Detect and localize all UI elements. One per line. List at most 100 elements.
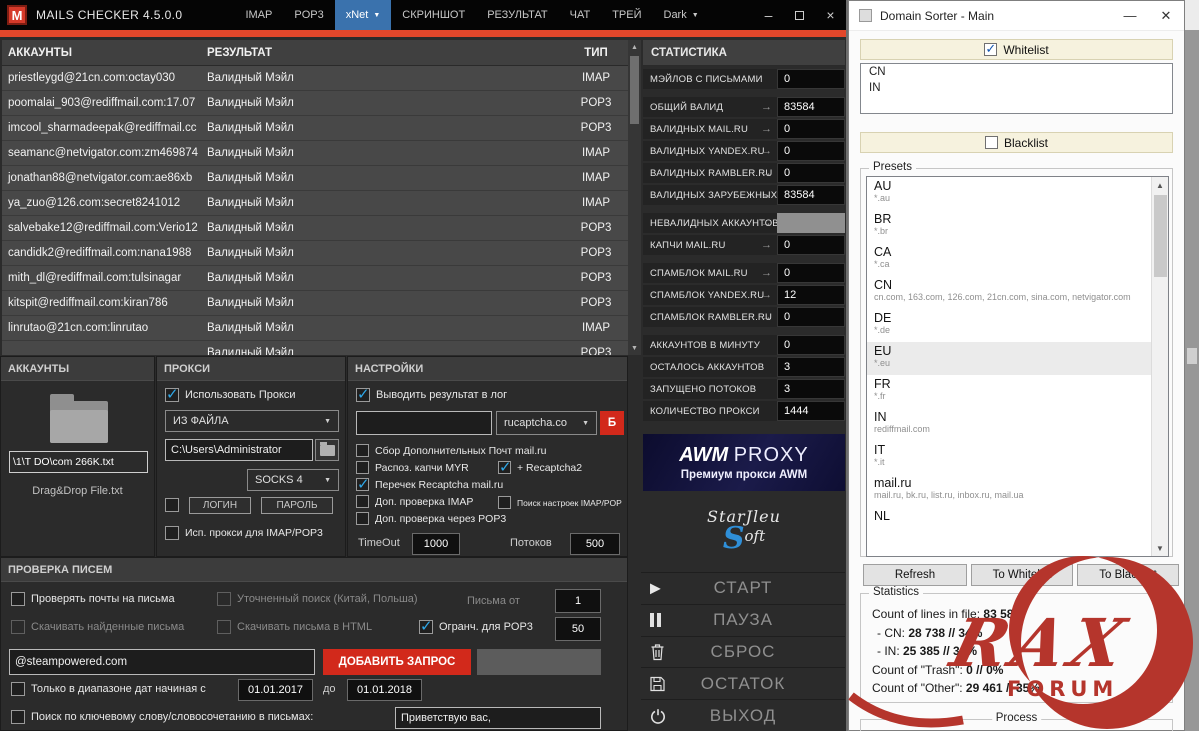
- pop3-extra-check-row[interactable]: Доп. проверка через POP3: [356, 512, 506, 525]
- preset-item[interactable]: AU *.au: [867, 177, 1151, 210]
- threads-input[interactable]: 500: [570, 533, 620, 555]
- download-letters-row[interactable]: Скачивать найденные письма: [11, 620, 184, 634]
- download-letters-checkbox[interactable]: [11, 620, 25, 634]
- date-from-input[interactable]: 01.01.2017: [238, 679, 313, 701]
- pop3-limit-checkbox[interactable]: [419, 617, 433, 635]
- table-row[interactable]: jonathan88@netvigator.com:ae86xb Валидны…: [2, 166, 641, 191]
- captcha-key-input[interactable]: [356, 411, 492, 435]
- presets-list[interactable]: AU *.au BR *.br CA *.ca CN cn.com, 163.c…: [866, 176, 1169, 557]
- table-scrollbar[interactable]: ▲ ▼: [628, 40, 641, 355]
- header-result[interactable]: РЕЗУЛЬТАТ: [201, 40, 564, 65]
- awm-proxy-banner[interactable]: AWM PROXY Премиум прокси AWM: [643, 434, 845, 491]
- imap-settings-search-row[interactable]: Поиск настроек IMAP/POP: [498, 496, 622, 509]
- recaptcha2-checkbox[interactable]: [498, 458, 512, 476]
- whitelist-listbox[interactable]: CN IN: [860, 63, 1173, 114]
- query-input[interactable]: @steampowered.com: [9, 649, 315, 675]
- minimize-button[interactable]: –: [753, 0, 784, 30]
- proxy-path-input[interactable]: C:\Users\Administrator: [165, 439, 313, 461]
- blacklist-toggle[interactable]: Blacklist: [860, 132, 1173, 153]
- collect-extra-mail-checkbox[interactable]: [356, 444, 369, 457]
- preset-item[interactable]: CA *.ca: [867, 243, 1151, 276]
- table-row[interactable]: poomalai_903@rediffmail.com:17.07 Валидн…: [2, 91, 641, 116]
- preset-item[interactable]: DE *.de: [867, 309, 1151, 342]
- check-mail-row[interactable]: Проверять почты на письма: [11, 592, 175, 606]
- date-to-input[interactable]: 01.01.2018: [347, 679, 422, 701]
- balance-button[interactable]: Б: [600, 411, 624, 435]
- pop3-extra-check-checkbox[interactable]: [356, 512, 369, 525]
- whitelist-item[interactable]: CN: [861, 64, 1172, 80]
- proxy-imap-pop3-checkbox[interactable]: [165, 526, 179, 540]
- proxy-auth-checkbox[interactable]: [165, 498, 179, 512]
- recognize-captcha-row[interactable]: Распоз. капчи MYR: [356, 461, 469, 474]
- remainder-button[interactable]: ОСТАТОК: [641, 667, 845, 699]
- imap-extra-check-checkbox[interactable]: [356, 495, 369, 508]
- query-secondary-box[interactable]: [477, 649, 601, 675]
- imap-extra-check-row[interactable]: Доп. проверка IMAP: [356, 495, 473, 508]
- refresh-button[interactable]: Refresh: [863, 564, 967, 586]
- keyword-search-checkbox[interactable]: [11, 710, 25, 724]
- scroll-thumb[interactable]: [1153, 195, 1167, 277]
- table-row[interactable]: ya_zuo@126.com:secret8241012 Валидный Мэ…: [2, 191, 641, 216]
- keyword-search-row[interactable]: Поиск по ключевому слову/словосочетанию …: [11, 710, 313, 724]
- presets-scrollbar[interactable]: ▲ ▼: [1151, 177, 1168, 556]
- pause-button[interactable]: ПАУЗА: [641, 603, 845, 636]
- pop3-limit-row[interactable]: Огранч. для POP3: [419, 617, 533, 635]
- table-row[interactable]: candidk2@rediffmail.com:nana1988 Валидны…: [2, 241, 641, 266]
- preset-item[interactable]: EU *.eu: [867, 342, 1151, 375]
- date-range-row[interactable]: Только в диапазоне дат начиная с: [11, 682, 206, 696]
- proxy-imap-pop3-row[interactable]: Исп. прокси для IMAP/POP3: [165, 526, 323, 540]
- preset-item[interactable]: IT *.it: [867, 441, 1151, 474]
- timeout-input[interactable]: 1000: [412, 533, 460, 555]
- scroll-down-icon[interactable]: ▼: [628, 341, 641, 355]
- pop3-limit-input[interactable]: 50: [555, 617, 601, 641]
- menu-result[interactable]: РЕЗУЛЬТАТ: [476, 0, 558, 30]
- reset-button[interactable]: СБРОС: [641, 635, 845, 668]
- download-html-row[interactable]: Скачивать письма в HTML: [217, 620, 372, 634]
- menu-imap[interactable]: IMAP: [234, 0, 283, 30]
- menu-chat[interactable]: ЧАТ: [559, 0, 602, 30]
- preset-item[interactable]: IN rediffmail.com: [867, 408, 1151, 441]
- menu-theme[interactable]: Dark ▼: [653, 0, 710, 30]
- login-button[interactable]: ЛОГИН: [189, 497, 251, 514]
- scroll-up-icon[interactable]: ▲: [628, 40, 641, 54]
- log-output-checkbox[interactable]: [356, 385, 370, 403]
- refined-search-checkbox[interactable]: [217, 592, 231, 606]
- to-blacklist-button[interactable]: To Blacklist: [1077, 564, 1179, 586]
- preset-item[interactable]: NL: [867, 507, 1151, 540]
- menu-screenshot[interactable]: СКРИНШОТ: [391, 0, 476, 30]
- recheck-recaptcha-checkbox[interactable]: [356, 475, 370, 493]
- refined-search-row[interactable]: Уточненный поиск (Китай, Польша): [217, 592, 418, 606]
- use-proxy-checkbox[interactable]: [165, 385, 179, 403]
- preset-item[interactable]: mail.ru mail.ru, bk.ru, list.ru, inbox.r…: [867, 474, 1151, 507]
- proxy-source-select[interactable]: ИЗ ФАЙЛА ▼: [165, 410, 339, 432]
- preset-item[interactable]: CN cn.com, 163.com, 126.com, 21cn.com, s…: [867, 276, 1151, 309]
- close-button[interactable]: ✕: [1148, 1, 1184, 30]
- table-row[interactable]: Валидный Мэйл POP3: [2, 341, 641, 355]
- start-button[interactable]: ▶ СТАРТ: [641, 572, 845, 604]
- minimize-button[interactable]: —: [1112, 1, 1148, 30]
- date-range-checkbox[interactable]: [11, 682, 25, 696]
- whitelist-checkbox[interactable]: [984, 41, 998, 57]
- whitelist-toggle[interactable]: Whitelist: [860, 39, 1173, 60]
- scroll-thumb[interactable]: [630, 56, 639, 124]
- collect-extra-mail-row[interactable]: Сбор Дополнительных Почт mail.ru: [356, 444, 547, 457]
- to-whitelist-button[interactable]: To Whitelist: [971, 564, 1073, 586]
- captcha-service-select[interactable]: rucaptcha.co ▼: [496, 411, 597, 435]
- add-query-button[interactable]: ДОБАВИТЬ ЗАПРОС: [323, 649, 471, 675]
- check-mail-checkbox[interactable]: [11, 592, 25, 606]
- browse-proxy-button[interactable]: [315, 439, 339, 461]
- header-type[interactable]: ТИП: [564, 40, 628, 65]
- scroll-up-icon[interactable]: ▲: [1152, 177, 1168, 193]
- scroll-down-icon[interactable]: ▼: [1152, 540, 1168, 556]
- letters-from-input[interactable]: 1: [555, 589, 601, 613]
- whitelist-item[interactable]: IN: [861, 80, 1172, 96]
- maximize-button[interactable]: [784, 0, 815, 30]
- recaptcha2-row[interactable]: + Recaptcha2: [498, 458, 582, 476]
- preset-item[interactable]: BR *.br: [867, 210, 1151, 243]
- table-row[interactable]: priestleygd@21cn.com:octay030 Валидный М…: [2, 66, 641, 91]
- preset-item[interactable]: FR *.fr: [867, 375, 1151, 408]
- header-accounts[interactable]: АККАУНТЫ: [2, 40, 201, 65]
- close-button[interactable]: ×: [815, 0, 846, 30]
- recheck-recaptcha-row[interactable]: Перечек Recaptcha mail.ru: [356, 475, 503, 493]
- imap-settings-search-checkbox[interactable]: [498, 496, 511, 509]
